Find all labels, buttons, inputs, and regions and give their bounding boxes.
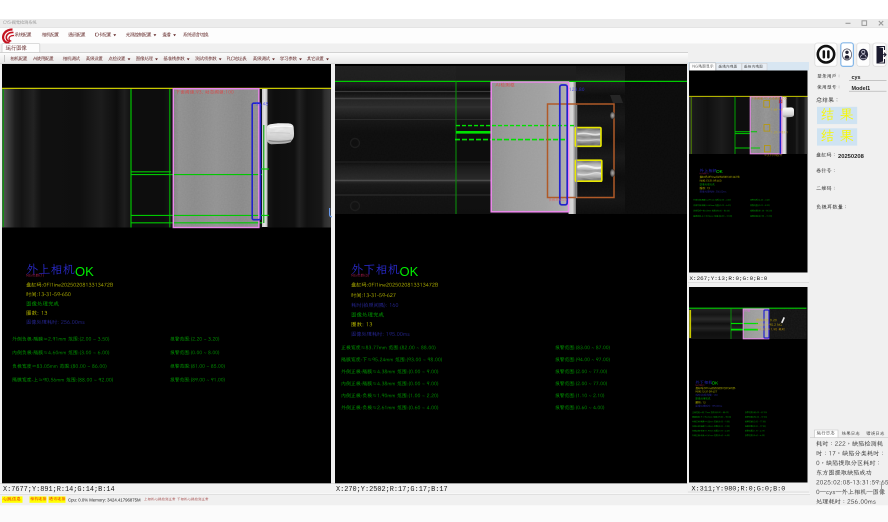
svg-text:20250208: 20250208 [838,154,865,160]
svg-text:OK: OK [712,381,719,386]
svg-text:Cpu: 0.0% Memory: 3424.4179687: Cpu: 0.0% Memory: 3424.41796875M [68,498,141,503]
svg-text:cys: cys [852,75,861,81]
svg-text:OK: OK [400,264,419,279]
svg-text:OK: OK [716,169,724,174]
svg-text:X:270;Y:2502;R:17;G:17;B:17: X:270;Y:2502;R:17;G:17;B:17 [336,486,448,494]
svg-text:OK: OK [75,264,94,279]
svg-text:X:267;Y:13;R:0;G:0;B:0: X:267;Y:13;R:0;G:0;B:0 [690,275,768,282]
svg-text:X:7677;Y:891;R:14;G:14;B:14: X:7677;Y:891;R:14;G:14;B:14 [3,486,115,494]
